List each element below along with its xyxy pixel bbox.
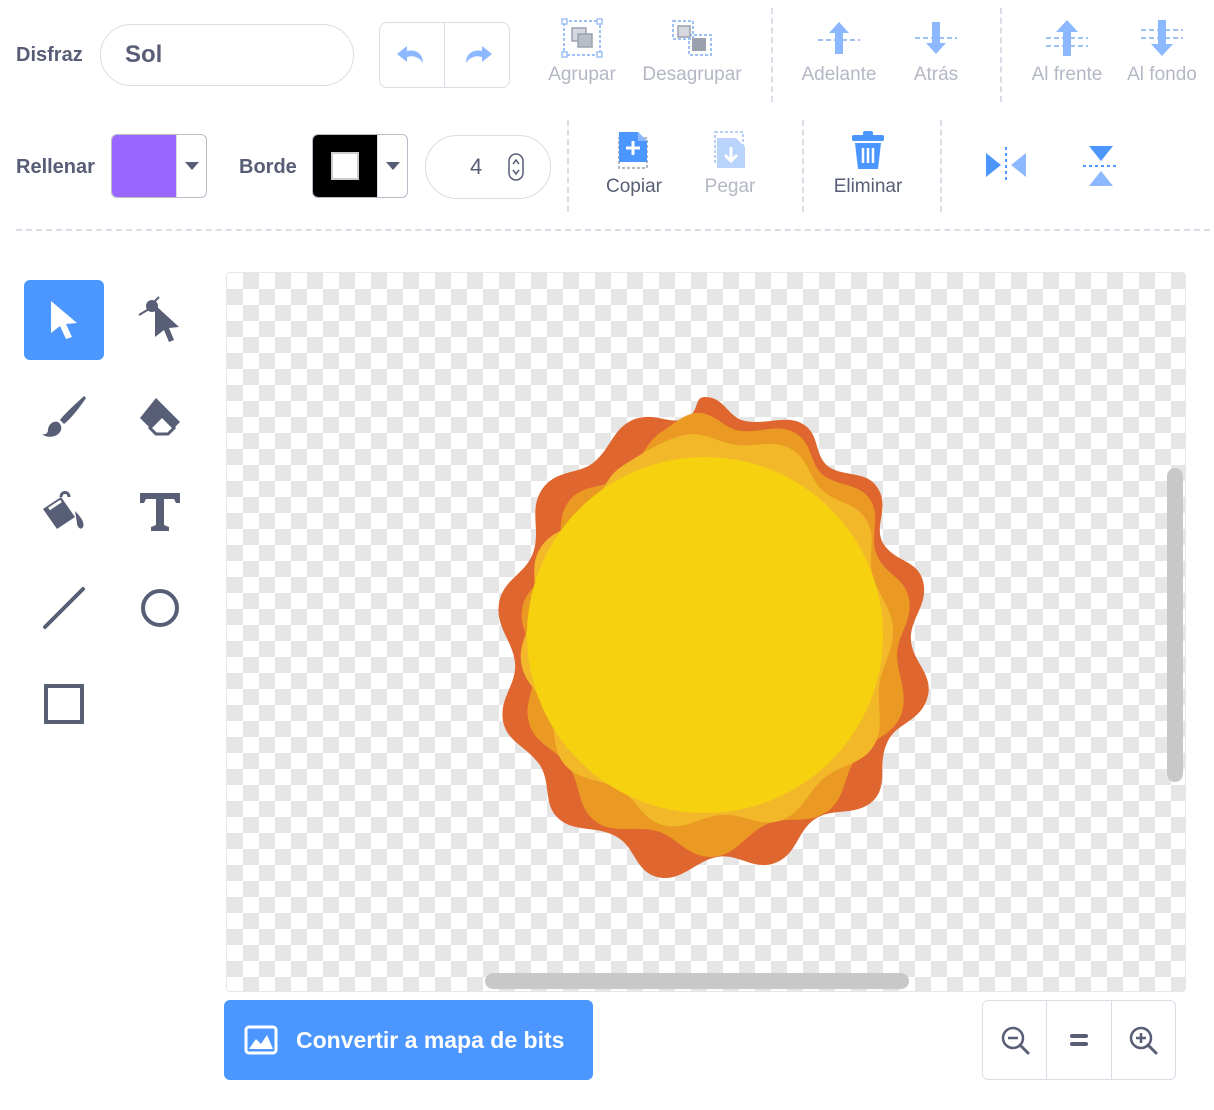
select-tool[interactable]: [24, 280, 104, 360]
group-button[interactable]: Agrupar: [545, 18, 619, 86]
sun-costume[interactable]: [227, 273, 1186, 992]
circle-tool[interactable]: [120, 568, 200, 648]
outline-color-swatch: [313, 135, 377, 197]
paste-button[interactable]: Pegar: [700, 130, 760, 198]
delete-button[interactable]: Eliminar: [831, 130, 905, 198]
backward-label: Atrás: [913, 64, 959, 85]
chevron-down-icon: [377, 135, 407, 197]
eraser-tool[interactable]: [120, 376, 200, 456]
rectangle-icon: [44, 684, 84, 724]
flip-vertical-button[interactable]: [1081, 144, 1121, 193]
toolbar-divider: [940, 120, 942, 212]
paste-label: Pegar: [704, 176, 756, 197]
eraser-icon: [140, 398, 180, 436]
reshape-icon: [138, 296, 179, 342]
paste-icon: [714, 131, 745, 168]
toolbar-divider: [567, 120, 569, 212]
text-icon: [140, 493, 180, 531]
zoom-reset-button[interactable]: [1046, 1001, 1110, 1079]
forward-icon: [818, 22, 860, 54]
rectangle-tool[interactable]: [24, 664, 104, 744]
convert-to-bitmap-button[interactable]: Convertir a mapa de bits: [224, 1000, 593, 1080]
undo-icon: [397, 46, 423, 63]
send-to-back-button[interactable]: Al fondo: [1124, 18, 1200, 86]
send-to-back-icon: [1141, 20, 1183, 56]
ungroup-icon: [672, 20, 712, 56]
fill-color-picker[interactable]: [111, 134, 207, 198]
ungroup-button[interactable]: Desagrupar: [640, 18, 744, 86]
toolbar-divider: [802, 120, 804, 212]
copy-button[interactable]: Copiar: [603, 130, 665, 198]
delete-label: Eliminar: [833, 176, 903, 197]
circle-icon: [141, 589, 179, 627]
flip-vertical-icon: [1083, 146, 1119, 186]
flip-horizontal-button[interactable]: [984, 145, 1028, 190]
outline-width-input[interactable]: 4: [425, 135, 551, 199]
backward-button[interactable]: Atrás: [905, 18, 967, 86]
copy-label: Copiar: [606, 176, 662, 197]
backward-icon: [915, 22, 957, 54]
ungroup-label: Desagrupar: [642, 64, 742, 85]
select-icon: [51, 301, 77, 339]
undo-button[interactable]: [380, 23, 444, 87]
bring-to-front-button[interactable]: Al frente: [1028, 18, 1106, 86]
brush-tool[interactable]: [24, 376, 104, 456]
reshape-tool[interactable]: [120, 280, 200, 360]
text-tool[interactable]: [120, 472, 200, 552]
zoom-in-button[interactable]: [1110, 1001, 1175, 1079]
line-icon: [43, 587, 85, 629]
brush-icon: [42, 396, 86, 437]
bring-to-front-label: Al frente: [1031, 64, 1103, 85]
forward-button[interactable]: Adelante: [798, 18, 880, 86]
toolbar-divider: [1000, 8, 1002, 102]
drawing-canvas[interactable]: [226, 272, 1186, 992]
redo-icon: [466, 46, 492, 63]
zoom-in-icon: [1130, 1026, 1158, 1055]
costume-name-input[interactable]: [100, 24, 354, 86]
section-divider: [16, 229, 1210, 231]
trash-icon: [852, 131, 884, 169]
sun-core: [527, 457, 883, 813]
toolbar-divider: [771, 8, 773, 102]
fill-color-swatch: [112, 135, 176, 197]
chevron-down-icon: [176, 135, 206, 197]
outline-width-value: 4: [470, 154, 483, 179]
forward-label: Adelante: [801, 64, 877, 85]
copy-icon: [618, 132, 648, 169]
zoom-out-icon: [1001, 1026, 1030, 1055]
equals-icon: [1069, 1034, 1088, 1046]
fill-label: Rellenar: [16, 156, 95, 178]
undo-redo-group: [379, 22, 510, 88]
outline-label: Borde: [239, 156, 297, 178]
zoom-controls: [982, 1000, 1176, 1080]
outline-color-picker[interactable]: [312, 134, 408, 198]
fill-icon: [43, 491, 84, 529]
fill-tool[interactable]: [24, 472, 104, 552]
zoom-out-button[interactable]: [983, 1001, 1046, 1079]
stepper-icon[interactable]: [508, 153, 524, 181]
group-icon: [561, 18, 603, 58]
vertical-scrollbar[interactable]: [1167, 468, 1183, 782]
redo-button[interactable]: [444, 23, 509, 87]
flip-horizontal-icon: [986, 147, 1026, 183]
group-label: Agrupar: [548, 64, 616, 85]
horizontal-scrollbar[interactable]: [485, 973, 909, 989]
convert-to-bitmap-label: Convertir a mapa de bits: [296, 1026, 565, 1053]
send-to-back-label: Al fondo: [1127, 64, 1197, 85]
bitmap-icon: [244, 1025, 278, 1055]
line-tool[interactable]: [24, 568, 104, 648]
costume-label: Disfraz: [16, 44, 83, 66]
bring-to-front-icon: [1046, 20, 1088, 56]
